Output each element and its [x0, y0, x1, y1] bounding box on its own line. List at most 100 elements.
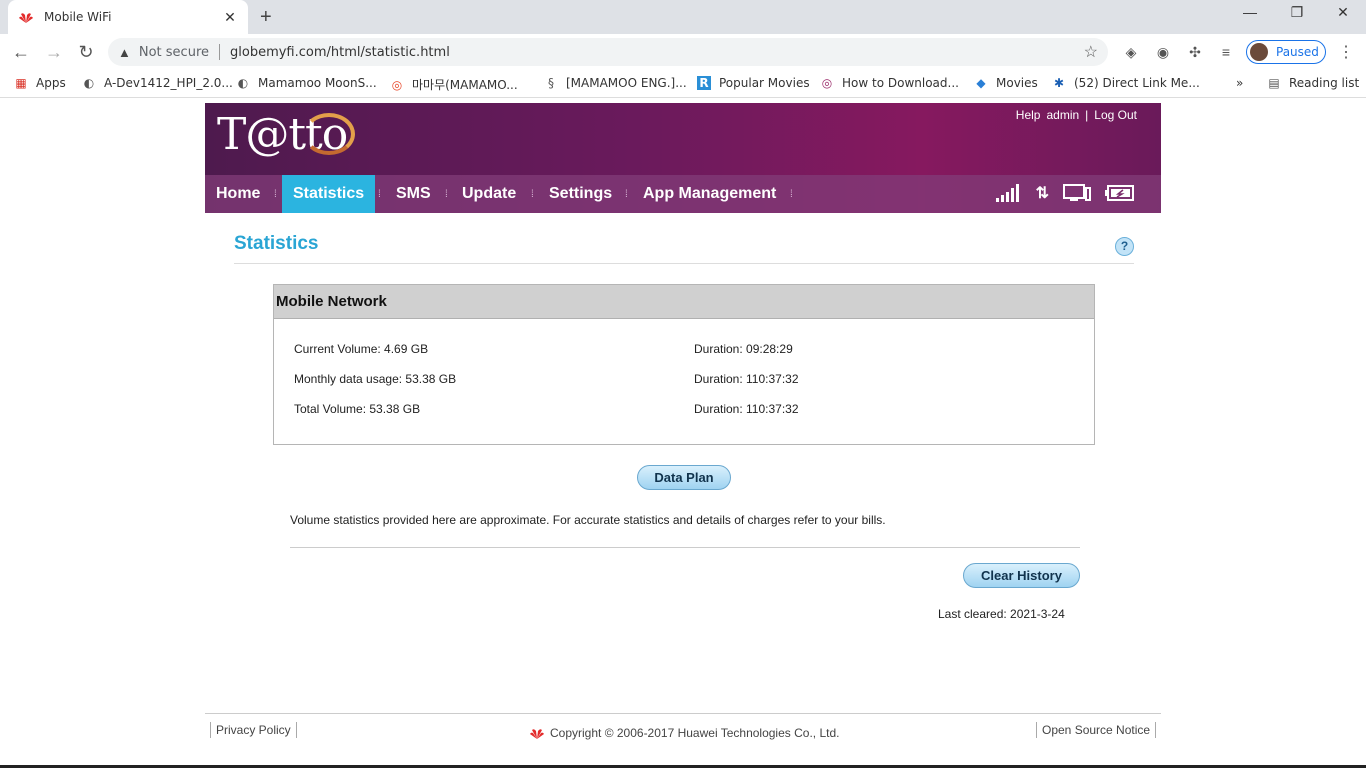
- browser-toolbar: ← → ↻ ▲ Not secure globemyfi.com/html/st…: [0, 34, 1366, 70]
- bookmarks-bar: ▦ Apps ◐ A-Dev1412_HPI_2.0... ◐ Mamamoo …: [0, 70, 1366, 98]
- nav-statistics[interactable]: Statistics: [282, 175, 376, 213]
- forward-icon[interactable]: →: [43, 41, 65, 63]
- bookmark-item[interactable]: ◐ A-Dev1412_HPI_2.0...: [82, 76, 233, 90]
- current-duration: Duration: 09:28:29: [694, 342, 793, 356]
- footer-separator: [1155, 722, 1156, 738]
- huawei-logo-icon: [19, 13, 33, 23]
- page-title: Statistics: [234, 233, 319, 254]
- link-separator: |: [1085, 108, 1089, 122]
- footer-divider: [205, 713, 1161, 714]
- tab-close-icon[interactable]: ✕: [222, 9, 238, 26]
- reading-list-label: Reading list: [1289, 76, 1360, 90]
- bookmark-label: Popular Movies: [719, 76, 810, 90]
- bookmark-item[interactable]: R Popular Movies: [697, 76, 810, 90]
- nav-app-management[interactable]: App Management: [643, 175, 776, 213]
- help-link[interactable]: Help: [1016, 108, 1041, 122]
- bookmark-item[interactable]: ✱ (52) Direct Link Me...: [1052, 76, 1200, 90]
- profile-status: Paused: [1276, 45, 1319, 59]
- warning-icon[interactable]: ▲: [118, 45, 131, 60]
- browser-tabstrip: Mobile WiFi ✕ + — ❐ ✕: [0, 0, 1366, 34]
- nav-settings[interactable]: Settings: [549, 175, 612, 213]
- tab-title: Mobile WiFi: [44, 10, 112, 24]
- total-volume: Total Volume: 53.38 GB: [294, 402, 421, 416]
- main-nav: Home ⁞ Statistics ⁞ SMS ⁞ Update ⁞ Setti…: [205, 175, 1161, 213]
- nav-separator: ⁞: [625, 189, 628, 200]
- monthly-usage: Monthly data usage: 53.38 GB: [294, 372, 457, 386]
- window-close-icon[interactable]: ✕: [1333, 4, 1353, 21]
- globe-extension-icon[interactable]: ◉: [1154, 43, 1172, 61]
- extension-icon[interactable]: ◈: [1122, 43, 1140, 61]
- browser-tab[interactable]: Mobile WiFi ✕: [8, 0, 248, 34]
- top-links: Help admin | Log Out: [1016, 108, 1137, 122]
- mobile-network-panel: Mobile Network Current Volume: 4.69 GB D…: [273, 284, 1095, 445]
- last-cleared: Last cleared: 2021-3-24: [938, 607, 1065, 621]
- footer-separator: [1036, 722, 1037, 738]
- nav-sms[interactable]: SMS: [396, 175, 431, 213]
- media-queue-icon[interactable]: ≡: [1217, 43, 1235, 61]
- bookmark-label: [MAMAMOO ENG.]...: [566, 76, 687, 90]
- browser-menu-icon[interactable]: ⋮: [1338, 42, 1354, 62]
- bookmark-label: Movies: [996, 76, 1038, 90]
- circle-logo-icon: ◎: [391, 77, 403, 92]
- instagram-icon: ◎: [821, 76, 833, 90]
- bookmark-label: Mamamoo MoonS...: [258, 76, 377, 90]
- footer-separator: [296, 722, 297, 738]
- status-icons: ⇅: [995, 184, 1135, 204]
- huawei-logo-icon: [530, 729, 544, 739]
- security-label[interactable]: Not secure: [139, 45, 209, 60]
- bookmark-item[interactable]: ◐ Mamamoo MoonS...: [236, 76, 377, 90]
- total-duration: Duration: 110:37:32: [694, 402, 799, 416]
- avatar: [1250, 43, 1268, 61]
- data-plan-button[interactable]: Data Plan: [637, 465, 731, 490]
- reload-icon[interactable]: ↻: [75, 41, 97, 63]
- copyright: Copyright © 2006-2017 Huawei Technologie…: [528, 726, 839, 740]
- bookmark-item[interactable]: ◆ Movies: [974, 76, 1038, 90]
- page-header: T@tto Help admin | Log Out Home ⁞ Statis…: [205, 103, 1161, 213]
- admin-link[interactable]: admin: [1046, 108, 1079, 122]
- nav-separator: ⁞: [378, 189, 381, 200]
- logout-link[interactable]: Log Out: [1094, 108, 1137, 122]
- more-bookmarks-button[interactable]: »: [1236, 76, 1243, 90]
- title-divider: [234, 263, 1134, 264]
- omnibox-divider: [219, 44, 220, 60]
- clear-history-button[interactable]: Clear History: [963, 563, 1080, 588]
- volume-note: Volume statistics provided here are appr…: [290, 513, 886, 527]
- section-divider: [290, 547, 1080, 548]
- bookmark-star-icon[interactable]: ☆: [1084, 42, 1098, 62]
- bookmark-item[interactable]: ◎ How to Download...: [820, 76, 959, 90]
- nav-separator: ⁞: [274, 189, 277, 200]
- bookmark-item[interactable]: § [MAMAMOO ENG.]...: [544, 76, 687, 90]
- restore-icon[interactable]: ❐: [1287, 4, 1307, 21]
- reading-list-button[interactable]: ▤ Reading list: [1267, 76, 1359, 90]
- reading-list-icon: ▤: [1268, 76, 1280, 90]
- device-icon: [1063, 184, 1091, 201]
- globe-icon: ◐: [83, 76, 95, 90]
- back-icon[interactable]: ←: [10, 41, 32, 63]
- bookmark-label: 마마무(MAMAMO...: [412, 78, 518, 92]
- profile-button[interactable]: Paused: [1246, 40, 1326, 64]
- star-of-life-icon: ✱: [1053, 76, 1065, 90]
- globe-icon: ◐: [237, 76, 249, 90]
- open-source-notice-link[interactable]: Open Source Notice: [1042, 723, 1150, 737]
- bookmark-label: Apps: [36, 76, 66, 90]
- nav-separator: ⁞: [790, 189, 793, 200]
- privacy-policy-link[interactable]: Privacy Policy: [216, 723, 291, 737]
- help-icon[interactable]: ?: [1115, 237, 1134, 256]
- new-tab-button[interactable]: +: [260, 6, 272, 28]
- puzzle-icon[interactable]: ✣: [1186, 43, 1204, 61]
- url-text[interactable]: globemyfi.com/html/statistic.html: [230, 45, 450, 60]
- current-volume: Current Volume: 4.69 GB: [294, 342, 429, 356]
- r-logo-icon: R: [697, 76, 711, 90]
- nav-home[interactable]: Home: [216, 175, 260, 213]
- signal-icon: [995, 184, 1019, 202]
- diamond-icon: ◆: [976, 76, 986, 90]
- data-transfer-icon: ⇅: [1035, 185, 1049, 202]
- battery-icon: [1105, 185, 1134, 201]
- address-bar[interactable]: ▲ Not secure globemyfi.com/html/statisti…: [108, 38, 1108, 66]
- nav-update[interactable]: Update: [462, 175, 516, 213]
- minimize-icon[interactable]: —: [1240, 4, 1260, 20]
- bookmark-item[interactable]: ◎ 마마무(MAMAMO...: [390, 76, 518, 93]
- apps-grid-icon: ▦: [15, 76, 27, 90]
- copyright-text: Copyright © 2006-2017 Huawei Technologie…: [550, 726, 840, 740]
- bookmark-apps[interactable]: ▦ Apps: [14, 76, 66, 90]
